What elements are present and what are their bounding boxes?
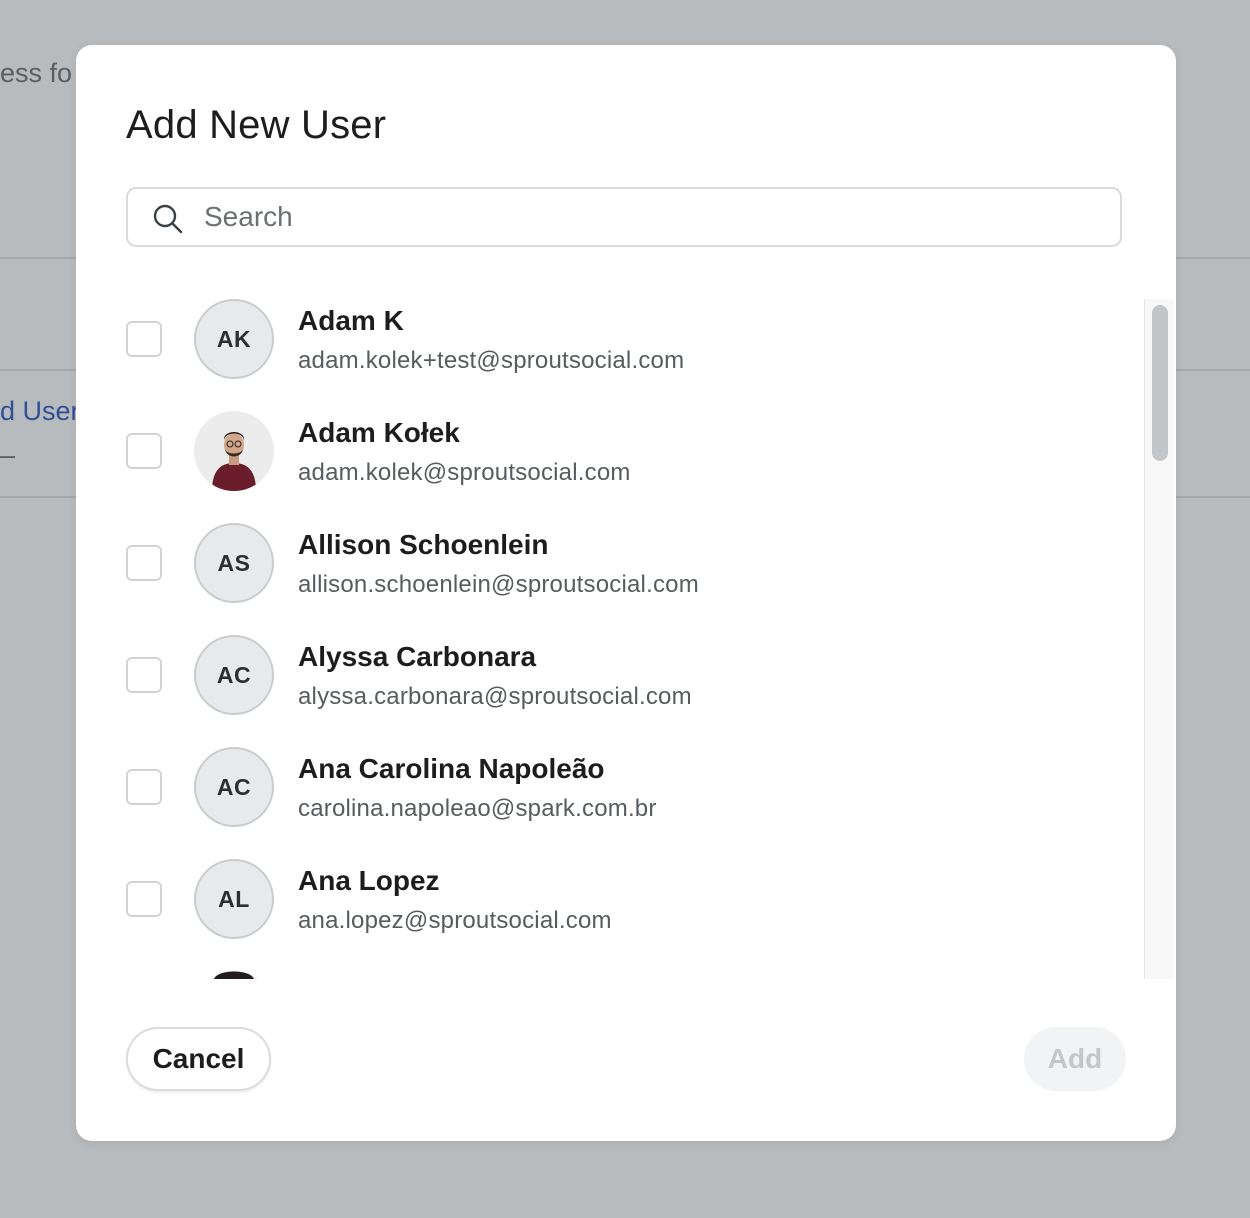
user-name: Allison Schoenlein xyxy=(298,529,549,560)
scrollbar-thumb[interactable] xyxy=(1152,305,1168,461)
user-email: carolina.napoleao@spark.com.br xyxy=(298,795,657,822)
cancel-button[interactable]: Cancel xyxy=(126,1027,271,1091)
user-row[interactable]: AC Ana Carolina Napoleão carolina.napole… xyxy=(126,747,1136,859)
user-checkbox[interactable] xyxy=(126,881,162,917)
search-icon xyxy=(152,203,184,235)
background-text-fragment: ess fo xyxy=(0,58,73,88)
user-checkbox[interactable] xyxy=(126,545,162,581)
user-row[interactable]: AC Alyssa Carbonara alyssa.carbonara@spr… xyxy=(126,635,1136,747)
user-name: Ana Carolina Napoleão xyxy=(298,753,605,784)
user-email: adam.kolek+test@sproutsocial.com xyxy=(298,347,685,374)
modal-title: Add New User xyxy=(126,103,387,147)
person-photo-icon xyxy=(194,971,274,979)
search-input[interactable] xyxy=(204,197,1084,237)
user-name: Alyssa Carbonara xyxy=(298,641,537,672)
user-checkbox[interactable] xyxy=(126,657,162,693)
user-row-partial[interactable] xyxy=(126,971,1136,979)
avatar: AS xyxy=(194,523,274,603)
list-scrollbar[interactable] xyxy=(1144,299,1174,979)
user-email: allison.schoenlein@sproutsocial.com xyxy=(298,571,699,598)
avatar: AC xyxy=(194,635,274,715)
avatar: AL xyxy=(194,859,274,939)
user-checkbox[interactable] xyxy=(126,433,162,469)
avatar: AK xyxy=(194,299,274,379)
user-checkbox[interactable] xyxy=(126,769,162,805)
background-link-fragment: d User xyxy=(0,396,80,426)
user-name: Ana Lopez xyxy=(298,865,440,896)
user-row[interactable]: AS Allison Schoenlein allison.schoenlein… xyxy=(126,523,1136,635)
user-email: adam.kolek@sproutsocial.com xyxy=(298,459,631,486)
person-photo-icon xyxy=(194,411,274,491)
user-email: ana.lopez@sproutsocial.com xyxy=(298,907,612,934)
user-row[interactable]: AL Ana Lopez ana.lopez@sproutsocial.com xyxy=(126,859,1136,971)
background-dash-fragment: – xyxy=(0,440,16,470)
add-button[interactable]: Add xyxy=(1024,1027,1126,1091)
avatar: AC xyxy=(194,747,274,827)
add-user-modal: Add New User AK Adam K adam.kolek+test@s… xyxy=(76,45,1176,1141)
user-name: Adam Kołek xyxy=(298,417,460,448)
search-box[interactable] xyxy=(126,187,1122,247)
user-row[interactable]: Adam Kołek adam.kolek@sproutsocial.com xyxy=(126,411,1136,523)
user-name: Adam K xyxy=(298,305,404,336)
user-email: alyssa.carbonara@sproutsocial.com xyxy=(298,683,692,710)
user-list[interactable]: AK Adam K adam.kolek+test@sproutsocial.c… xyxy=(126,299,1176,979)
user-checkbox[interactable] xyxy=(126,321,162,357)
user-row[interactable]: AK Adam K adam.kolek+test@sproutsocial.c… xyxy=(126,299,1136,411)
